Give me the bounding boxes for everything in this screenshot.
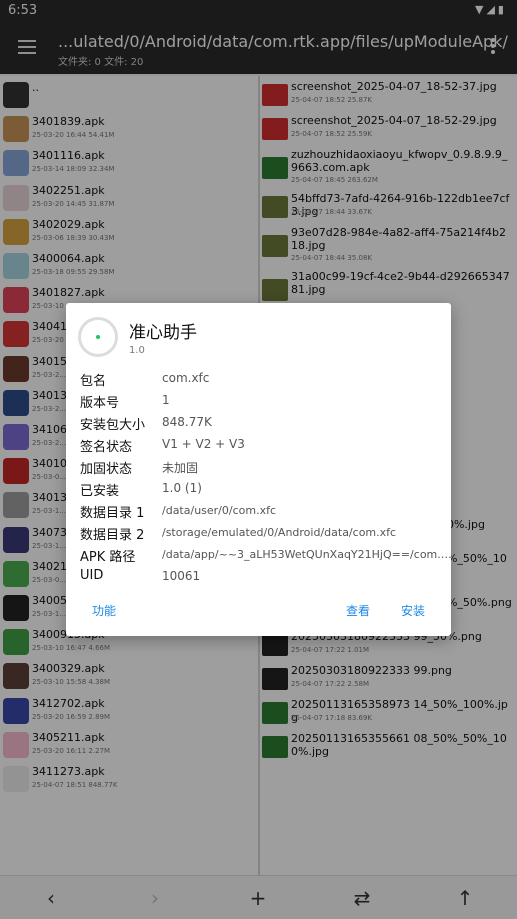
app-name: 准心助手 — [129, 323, 197, 343]
info-row: 版本号 1 — [80, 392, 440, 414]
function-button[interactable]: 功能 — [92, 602, 116, 619]
info-row: 数据目录 1/data/user/0/com.xfc — [80, 502, 440, 524]
info-value: 10061 — [162, 569, 201, 583]
info-value: 未加固 — [162, 461, 199, 475]
info-key: 已安装 — [80, 484, 120, 499]
info-row: 已安装 1.0 (1) — [80, 480, 440, 502]
info-value: V1 + V2 + V3 — [162, 437, 245, 451]
info-row: 签名状态 V1 + V2 + V3 — [80, 436, 440, 458]
view-button[interactable]: 查看 — [346, 602, 370, 619]
info-value: /data/user/0/com.xfc — [162, 504, 277, 517]
info-key: 数据目录 2 — [80, 528, 145, 543]
info-key: APK 路径 — [80, 550, 136, 565]
info-row: UID 10061 — [80, 568, 440, 590]
info-key: 包名 — [80, 374, 107, 389]
app-version: 1.0 — [129, 345, 145, 356]
info-row: 数据目录 2/storage/emulated/0/Android/data/c… — [80, 524, 440, 546]
info-key: 加固状态 — [80, 462, 133, 477]
info-row: APK 路径/data/app/~~3_aLH53WetQUnXaqY21HjQ… — [80, 546, 452, 568]
info-value: com.xfc — [162, 371, 210, 385]
app-info-dialog: 准心助手 1.0 包名 com.xfc 版本号 1 安装包大小 848.77K 签名状态 V1… — [66, 303, 452, 636]
info-value: 1.0 (1) — [162, 481, 202, 495]
info-value: 1 — [162, 393, 170, 407]
install-button[interactable]: 安装 — [401, 602, 425, 619]
info-key: 签名状态 — [80, 440, 133, 455]
info-row: 安装包大小 848.77K — [80, 414, 440, 436]
info-key: 数据目录 1 — [80, 506, 145, 521]
info-key: UID — [80, 568, 104, 583]
info-value: /storage/emulated/0/Android/data/com.xfc — [162, 526, 397, 539]
info-value: 848.77K — [162, 415, 212, 429]
info-key: 版本号 — [80, 396, 120, 411]
info-key: 安装包大小 — [80, 418, 146, 433]
info-value: /data/app/~~3_aLH53WetQUnXaqY21HjQ==/com… — [162, 548, 452, 561]
app-icon — [78, 317, 118, 357]
info-row: 包名 com.xfc — [80, 370, 440, 392]
info-row: 加固状态 未加固 — [80, 458, 440, 480]
